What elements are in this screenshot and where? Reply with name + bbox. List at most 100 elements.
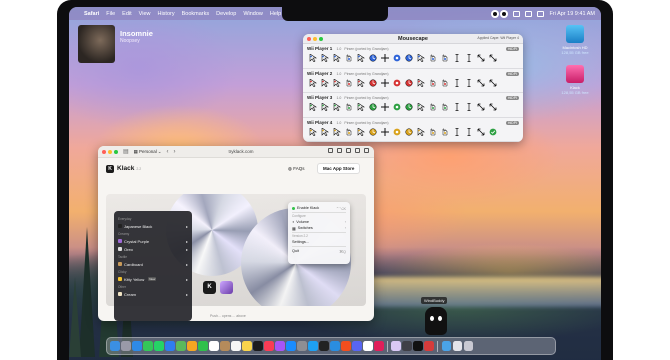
- menu-clock[interactable]: Fri Apr 19 9:41 AM: [549, 11, 595, 17]
- zoom-button[interactable]: [114, 149, 118, 154]
- klack-disk-icon[interactable]: [566, 65, 584, 83]
- cape-row[interactable]: Wii Player 1 1.0 Pirsen (ported by Grandj…: [303, 44, 523, 69]
- sound-option[interactable]: Cream ▸: [118, 291, 188, 297]
- cape-row[interactable]: Wii Player 4 1.0 Pirsen (ported by Grandj…: [303, 118, 523, 142]
- cross-cursor-icon: [381, 54, 389, 62]
- circle-cursor-icon: [393, 128, 401, 136]
- close-button[interactable]: [102, 149, 106, 154]
- share-icon[interactable]: [346, 148, 351, 153]
- back-icon[interactable]: ‹: [166, 149, 168, 155]
- photos-icon[interactable]: [187, 341, 197, 351]
- play-icon[interactable]: ▸: [186, 277, 188, 282]
- trash-icon[interactable]: [463, 341, 474, 351]
- sound-option[interactable]: Cardboard ▸: [118, 261, 188, 267]
- applied-cape-label: Applied Cape: Wii Player 4: [477, 36, 519, 40]
- menu-window[interactable]: Window: [243, 11, 263, 17]
- maps-icon[interactable]: [176, 341, 186, 351]
- settings-item[interactable]: Settings...: [292, 239, 346, 245]
- notes-icon[interactable]: [242, 341, 252, 351]
- new-tab-icon[interactable]: [355, 148, 360, 153]
- vscode-icon[interactable]: [330, 341, 340, 351]
- mousecape-titlebar[interactable]: Mousecape Applied Cape: Wii Player 4: [303, 34, 523, 44]
- address-bar[interactable]: tryklack.com: [206, 148, 276, 156]
- notion-icon[interactable]: [363, 341, 373, 351]
- arrow-cursor-icon: [357, 127, 365, 136]
- resize-cursor-icon: [489, 79, 497, 87]
- sound-option[interactable]: Japanese Black ▸: [118, 223, 188, 229]
- volume-label: Volume: [296, 220, 309, 224]
- mac-app-store-button[interactable]: Mac App Store: [317, 163, 361, 174]
- finder-icon[interactable]: [110, 341, 120, 351]
- figma-icon[interactable]: [341, 341, 351, 351]
- menu-divider: [292, 246, 346, 247]
- shield-icon[interactable]: [337, 148, 342, 153]
- extension-icon[interactable]: [328, 148, 333, 153]
- minimize-button[interactable]: [108, 149, 112, 154]
- hand-cursor-icon: [345, 79, 353, 87]
- tabs-overview-icon[interactable]: [364, 148, 369, 153]
- cape-row[interactable]: Wii Player 3 1.0 Pirsen (ported by Grandj…: [303, 93, 523, 118]
- forward-icon[interactable]: ›: [173, 149, 175, 155]
- sound-option[interactable]: Oreo ▸: [118, 246, 188, 252]
- cape-row[interactable]: Wii Player 2 1.0 Pirsen (ported by Grandj…: [303, 69, 523, 93]
- whatsapp-icon[interactable]: [154, 341, 164, 351]
- klack-dock-icon[interactable]: [391, 341, 401, 351]
- play-icon[interactable]: ▸: [186, 262, 188, 267]
- sound-section-header: Clicky: [118, 270, 127, 274]
- battery-icon[interactable]: [513, 10, 521, 17]
- contacts-icon[interactable]: [220, 341, 230, 351]
- messages-icon[interactable]: [143, 341, 153, 351]
- sound-option[interactable]: Crystal Purple ▸: [118, 238, 188, 244]
- mail-icon[interactable]: [165, 341, 175, 351]
- downloads-folder-icon[interactable]: [441, 341, 452, 351]
- cape-name: Wii Player 3 1.0 Pirsen (ported by Grandj…: [307, 95, 519, 100]
- menu-app-name[interactable]: Safari: [84, 11, 99, 17]
- documents-icon[interactable]: [452, 341, 463, 351]
- calendar-icon[interactable]: [209, 341, 219, 351]
- macintosh-hd-icon[interactable]: [566, 25, 584, 43]
- mario-dock-icon[interactable]: [424, 341, 434, 351]
- menu-help[interactable]: Help: [270, 11, 281, 17]
- wifi-icon[interactable]: [525, 10, 533, 17]
- safari-icon[interactable]: [132, 341, 142, 351]
- album-art[interactable]: [78, 25, 115, 63]
- wait-cursor-icon: [369, 103, 377, 111]
- xcode-icon[interactable]: [308, 341, 318, 351]
- settings-icon[interactable]: [297, 341, 307, 351]
- sound-option[interactable]: Kitty Yellow New ▸: [118, 276, 188, 282]
- launchpad-icon[interactable]: [121, 341, 131, 351]
- sidebar-icon[interactable]: ▤: [123, 148, 129, 155]
- play-icon[interactable]: ▸: [186, 239, 188, 244]
- music-icon[interactable]: [264, 341, 274, 351]
- play-icon[interactable]: ▸: [186, 224, 188, 229]
- tv-icon[interactable]: [253, 341, 263, 351]
- menu-history[interactable]: History: [157, 11, 174, 17]
- menu-bookmarks[interactable]: Bookmarks: [182, 11, 210, 17]
- busy-cursor-icon: [405, 54, 413, 62]
- deskbuddy-dock-icon[interactable]: [413, 341, 423, 351]
- slack-icon[interactable]: [374, 341, 384, 351]
- switches-item[interactable]: ▦ Switches ›: [292, 225, 346, 231]
- cape-author: Pirsen (ported by Grandjam): [344, 120, 389, 125]
- appstore-icon[interactable]: [286, 341, 296, 351]
- discord-icon[interactable]: [352, 341, 362, 351]
- xeyes-icon[interactable]: [491, 9, 509, 18]
- faq-link[interactable]: ◍ FAQs: [288, 166, 304, 172]
- menu-view[interactable]: View: [139, 11, 151, 17]
- menu-develop[interactable]: Develop: [216, 11, 236, 17]
- menu-edit[interactable]: Edit: [122, 11, 131, 17]
- facetime-icon[interactable]: [198, 341, 208, 351]
- terminal-icon[interactable]: [319, 341, 329, 351]
- menu-file[interactable]: File: [106, 11, 115, 17]
- quit-item[interactable]: Quit ⌘Q: [292, 248, 346, 254]
- reminders-icon[interactable]: [231, 341, 241, 351]
- wait-cursor-icon: [369, 78, 377, 87]
- mousecape-dock-icon[interactable]: [402, 341, 412, 351]
- play-icon[interactable]: ▸: [186, 292, 188, 297]
- desk-buddy-character[interactable]: [425, 307, 447, 335]
- play-icon[interactable]: ▸: [186, 247, 188, 252]
- profile-picker[interactable]: ▦ Personal ⌄: [134, 149, 162, 155]
- podcasts-icon[interactable]: [275, 341, 285, 351]
- enable-klack-item[interactable]: Enable Klack ⌃⌥K: [292, 205, 346, 211]
- control-center-icon[interactable]: [537, 10, 545, 17]
